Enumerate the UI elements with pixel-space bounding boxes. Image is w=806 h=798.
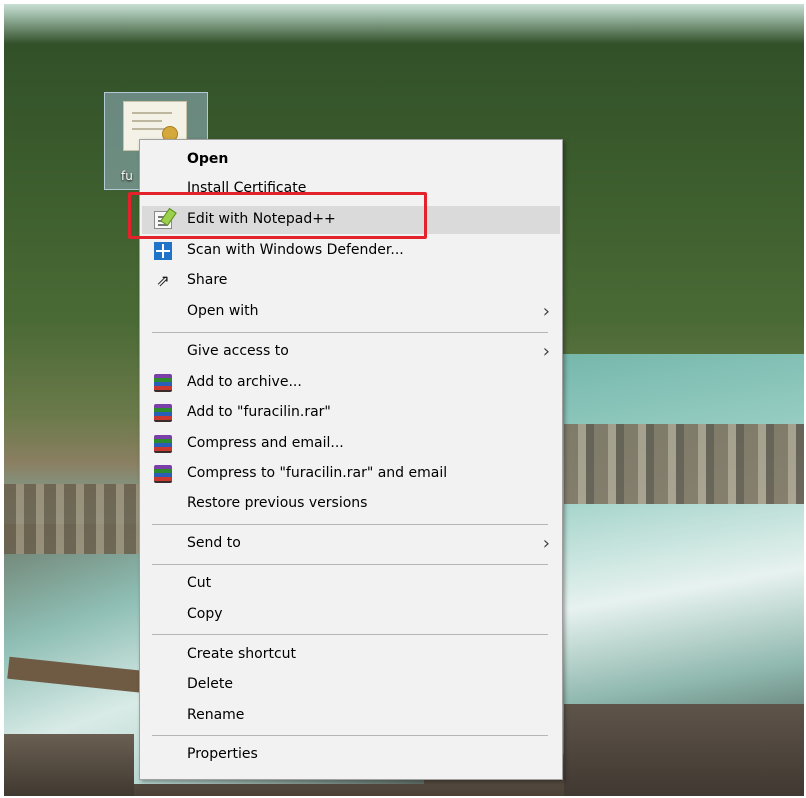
menu-separator <box>152 524 548 525</box>
submenu-arrow-icon: › <box>542 533 550 554</box>
submenu-arrow-icon: › <box>542 341 550 362</box>
windows-defender-icon <box>154 242 172 260</box>
menu-item-label: Open <box>187 151 229 167</box>
menu-item-cut[interactable]: Cut <box>142 570 560 598</box>
menu-item-label: Properties <box>187 746 258 762</box>
menu-separator <box>152 332 548 333</box>
menu-item-give-access-to[interactable]: Give access to › <box>142 338 560 366</box>
menu-item-label: Rename <box>187 707 245 723</box>
share-icon: ⇗ <box>156 271 170 290</box>
menu-separator <box>152 634 548 635</box>
menu-item-label: Restore previous versions <box>187 495 368 511</box>
menu-separator <box>152 735 548 736</box>
menu-item-label: Open with <box>187 303 259 319</box>
menu-item-restore-previous-versions[interactable]: Restore previous versions <box>142 490 560 518</box>
winrar-icon <box>154 374 172 392</box>
menu-item-label: Share <box>187 272 228 288</box>
menu-item-scan-with-defender[interactable]: Scan with Windows Defender... <box>142 237 560 265</box>
menu-item-delete[interactable]: Delete <box>142 671 560 699</box>
submenu-arrow-icon: › <box>542 301 550 322</box>
desktop-file-label: fu <box>121 169 133 183</box>
wallpaper-rocks-left <box>4 484 144 554</box>
menu-item-compress-and-email[interactable]: Compress and email... <box>142 430 560 458</box>
menu-item-label: Send to <box>187 535 241 551</box>
wallpaper-foreground-rock-right <box>564 704 804 796</box>
menu-item-label: Add to "furacilin.rar" <box>187 404 331 420</box>
winrar-icon <box>154 465 172 483</box>
menu-item-rename[interactable]: Rename <box>142 702 560 730</box>
menu-item-label: Compress to "furacilin.rar" and email <box>187 465 448 481</box>
highlight-annotation-box <box>128 192 427 239</box>
menu-item-create-shortcut[interactable]: Create shortcut <box>142 641 560 669</box>
menu-item-label: Give access to <box>187 343 289 359</box>
menu-item-label: Copy <box>187 606 223 622</box>
menu-item-label: Add to archive... <box>187 374 302 390</box>
menu-item-label: Delete <box>187 676 233 692</box>
winrar-icon <box>154 404 172 422</box>
menu-separator <box>152 564 548 565</box>
wallpaper-rocks-right <box>564 424 804 504</box>
menu-item-label: Cut <box>187 575 212 591</box>
menu-item-compress-to-rar-and-email[interactable]: Compress to "furacilin.rar" and email <box>142 460 560 488</box>
menu-item-send-to[interactable]: Send to › <box>142 530 560 558</box>
menu-item-add-to-archive[interactable]: Add to archive... <box>142 369 560 397</box>
menu-item-share[interactable]: ⇗ Share <box>142 267 560 295</box>
menu-item-properties[interactable]: Properties <box>142 741 560 769</box>
menu-item-label: Create shortcut <box>187 646 297 662</box>
menu-item-copy[interactable]: Copy <box>142 601 560 629</box>
menu-item-add-to-rar[interactable]: Add to "furacilin.rar" <box>142 399 560 427</box>
menu-item-open-with[interactable]: Open with › <box>142 298 560 326</box>
wallpaper-foreground-rock-left <box>4 734 134 796</box>
menu-item-open[interactable]: Open <box>142 146 560 174</box>
menu-item-label: Compress and email... <box>187 435 344 451</box>
winrar-icon <box>154 435 172 453</box>
menu-item-label: Scan with Windows Defender... <box>187 242 404 258</box>
